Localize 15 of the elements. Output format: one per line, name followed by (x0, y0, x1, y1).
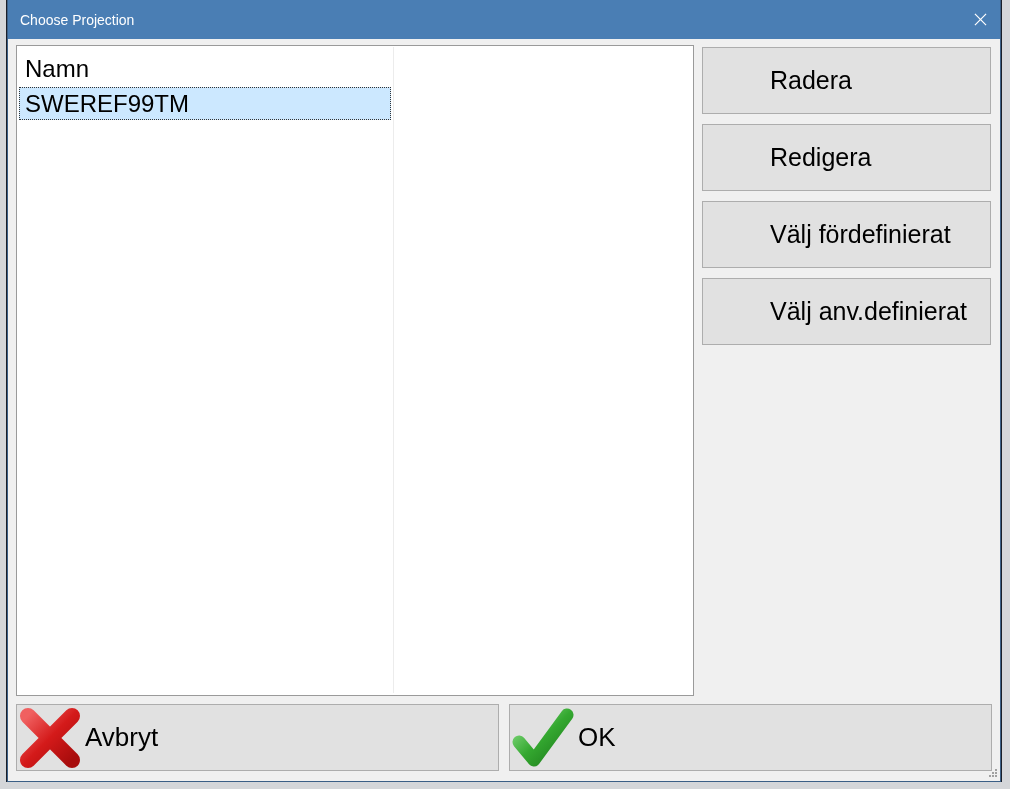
close-button[interactable] (974, 13, 987, 26)
action-button[interactable]: Välj fördefinierat (702, 201, 991, 268)
window-title: Choose Projection (20, 11, 135, 28)
ok-button[interactable]: OK (509, 704, 992, 771)
close-icon (974, 13, 987, 26)
action-button[interactable]: Radera (702, 47, 991, 114)
check-icon (512, 706, 574, 769)
action-button[interactable]: Redigera (702, 124, 991, 191)
list-row[interactable]: SWEREF99TM (19, 87, 391, 120)
cross-icon (19, 706, 81, 769)
cancel-button[interactable]: Avbryt (16, 704, 499, 771)
list-box[interactable]: Namn SWEREF99TM (16, 45, 694, 696)
resize-grip-icon[interactable] (989, 769, 998, 778)
action-button[interactable]: Välj anv.definierat (702, 278, 991, 345)
column-header[interactable]: Namn (19, 47, 90, 85)
